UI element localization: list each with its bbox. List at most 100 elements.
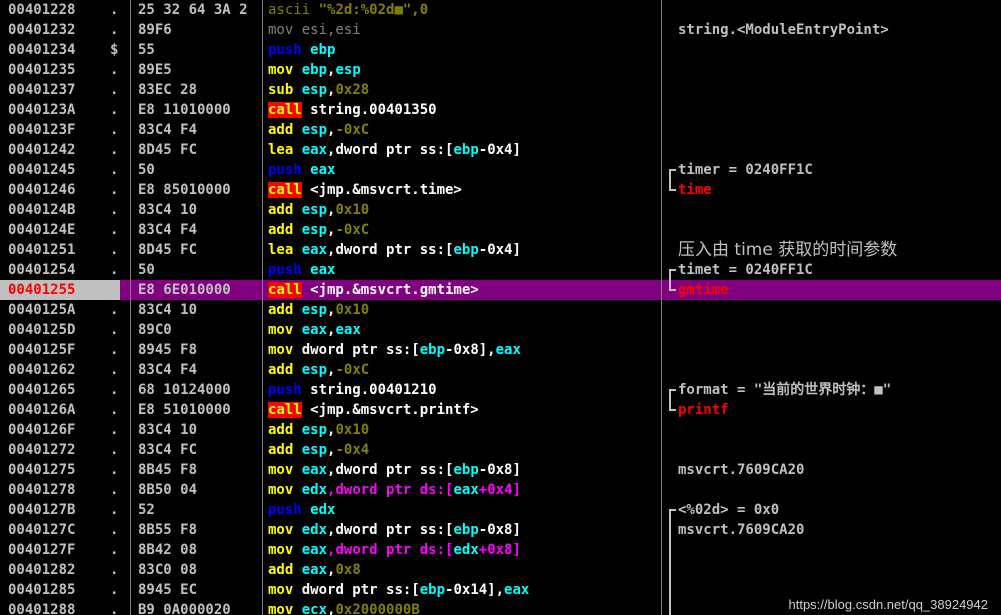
flag-cell: . bbox=[110, 402, 119, 418]
instruction-token: string.00401210 bbox=[301, 382, 437, 398]
instruction-token: mov esi,esi bbox=[268, 22, 361, 38]
disasm-row[interactable]: 00401254. 50 push eax timet = 0240FF1C bbox=[0, 260, 1001, 280]
instruction-cell: mov dword ptr ss:[ebp-0x14],eax bbox=[268, 580, 660, 600]
instruction-cell: call <jmp.&msvcrt.printf> bbox=[268, 400, 660, 420]
disasm-row[interactable]: 0040124B. 83C4 10 add esp,0x10 bbox=[0, 200, 1001, 220]
instruction-token: 0x10 bbox=[335, 302, 370, 318]
disasm-row[interactable]: 0040127C. 8B55 F8 mov edx,dword ptr ss:[eb… bbox=[0, 520, 1001, 540]
instruction-token bbox=[293, 142, 301, 158]
argument-bracket bbox=[669, 540, 671, 560]
instruction-token: add bbox=[268, 562, 294, 578]
disasm-row[interactable]: 00401245. 50 push eax timer = 0240FF1C bbox=[0, 160, 1001, 180]
disasm-row[interactable]: 00401272. 83C4 FC add esp,-0x4 bbox=[0, 440, 1001, 460]
watermark-text: https://blog.csdn.net/qq_38924942 bbox=[785, 596, 991, 613]
disasm-row[interactable]: 00401235. 89E5 mov ebp,esp bbox=[0, 60, 1001, 80]
instruction-token: add bbox=[268, 302, 294, 318]
disasm-row[interactable]: 00401246. E8 85010000 call <jmp.&msvcrt.ti… bbox=[0, 180, 1001, 200]
disasm-row[interactable]: 0040123F. 83C4 F4 add esp,-0xC bbox=[0, 120, 1001, 140]
instruction-cell: call <jmp.&msvcrt.time> bbox=[268, 180, 660, 200]
instruction-cell: add esp,-0xC bbox=[268, 120, 660, 140]
disasm-row[interactable]: 00401275. 8B45 F8 mov eax,dword ptr ss:[eb… bbox=[0, 460, 1001, 480]
instruction-token bbox=[293, 362, 301, 378]
instruction-cell: mov ecx,0x2000000B bbox=[268, 600, 660, 615]
instruction-token: add bbox=[268, 362, 294, 378]
hex-bytes-cell: 52 bbox=[138, 502, 155, 518]
column-divider bbox=[130, 0, 131, 615]
flag-cell: . bbox=[110, 122, 119, 138]
instruction-token: lea bbox=[268, 242, 294, 258]
disasm-row[interactable]: 00401237. 83EC 28 sub esp,0x28 bbox=[0, 80, 1001, 100]
disasm-row[interactable]: 00401234 $55 push ebp bbox=[0, 40, 1001, 60]
disasm-row[interactable]: 00401265. 68 10124000 push string.00401210… bbox=[0, 380, 1001, 400]
instruction-cell: lea eax,dword ptr ss:[ebp-0x4] bbox=[268, 140, 660, 160]
argument-bracket bbox=[669, 389, 676, 400]
comment-cell: 压入由 time 获取的时间参数 bbox=[678, 240, 898, 260]
instruction-token: 0x10 bbox=[335, 202, 370, 218]
instruction-token: ebp bbox=[301, 62, 328, 78]
hex-bytes-cell: E8 11010000 bbox=[138, 102, 231, 118]
instruction-token: mov bbox=[268, 462, 294, 478]
instruction-token: ebp bbox=[453, 462, 479, 478]
instruction-token: ,dword ptr ss:[ bbox=[327, 522, 454, 538]
flag-cell: . bbox=[110, 362, 119, 378]
instruction-token: call bbox=[268, 402, 302, 418]
instruction-token: ,dword ptr ds:[ bbox=[327, 542, 454, 558]
disasm-row[interactable]: 00401262. 83C4 F4 add esp,-0xC bbox=[0, 360, 1001, 380]
instruction-token bbox=[293, 62, 301, 78]
instruction-token: -0x8] bbox=[478, 522, 521, 538]
disasm-row[interactable]: 0040126A. E8 51010000 call <jmp.&msvcrt.pr… bbox=[0, 400, 1001, 420]
disasm-row[interactable]: 0040125A. 83C4 10 add esp,0x10 bbox=[0, 300, 1001, 320]
disasm-row[interactable]: 00401255. E8 6E010000 call <jmp.&msvcrt.gm… bbox=[0, 280, 1001, 300]
hex-bytes-cell: 83C4 FC bbox=[138, 442, 198, 458]
instruction-token: lea bbox=[268, 142, 294, 158]
instruction-token bbox=[293, 422, 301, 438]
disasm-row[interactable]: 0040127F. 8B42 08 mov eax,dword ptr ds:[ed… bbox=[0, 540, 1001, 560]
instruction-token: 0x8 bbox=[335, 562, 361, 578]
flag-cell: . bbox=[110, 202, 119, 218]
flag-cell: . bbox=[110, 602, 119, 615]
instruction-token bbox=[293, 122, 301, 138]
disassembly-view[interactable]: 00401228. 25 32 64 3A 2 ascii "%2d:%02d■",… bbox=[0, 0, 1001, 615]
instruction-cell: push ebp bbox=[268, 40, 660, 60]
instruction-token: push bbox=[268, 162, 302, 178]
instruction-token bbox=[293, 602, 301, 615]
instruction-token: ebp bbox=[419, 582, 446, 598]
disasm-row[interactable]: 0040123A. E8 11010000 call string.00401350 bbox=[0, 100, 1001, 120]
instruction-cell: mov eax,dword ptr ss:[ebp-0x8] bbox=[268, 460, 660, 480]
instruction-token: eax bbox=[310, 162, 336, 178]
instruction-token: mov bbox=[268, 522, 294, 538]
disasm-row[interactable]: 00401232. 89F6 mov esi,esi string.<ModuleEn… bbox=[0, 20, 1001, 40]
disasm-row[interactable]: 00401228. 25 32 64 3A 2 ascii "%2d:%02d■",… bbox=[0, 0, 1001, 20]
instruction-token: add bbox=[268, 422, 294, 438]
instruction-cell: add esp,0x10 bbox=[268, 200, 660, 220]
instruction-token: eax bbox=[504, 582, 530, 598]
instruction-token: push bbox=[268, 42, 302, 58]
instruction-token bbox=[293, 482, 301, 498]
instruction-token: add bbox=[268, 202, 294, 218]
flag-cell: . bbox=[110, 282, 119, 298]
instruction-token: <jmp.&msvcrt.time> bbox=[301, 182, 462, 198]
disasm-row[interactable]: 00401242. 8D45 FC lea eax,dword ptr ss:[eb… bbox=[0, 140, 1001, 160]
hex-bytes-cell: 83C4 10 bbox=[138, 302, 198, 318]
instruction-token: mov bbox=[268, 482, 294, 498]
hex-bytes-cell: 83C4 F4 bbox=[138, 122, 198, 138]
disasm-row[interactable]: 00401282. 83C0 08 add eax,0x8 bbox=[0, 560, 1001, 580]
disasm-row[interactable]: 0040124E. 83C4 F4 add esp,-0xC bbox=[0, 220, 1001, 240]
instruction-token: -0xC bbox=[335, 362, 370, 378]
argument-bracket bbox=[669, 180, 676, 191]
instruction-token: push bbox=[268, 502, 302, 518]
flag-cell: . bbox=[110, 82, 119, 98]
instruction-cell: add esp,-0xC bbox=[268, 220, 660, 240]
instruction-token: eax bbox=[301, 322, 328, 338]
instruction-cell: add esp,0x10 bbox=[268, 420, 660, 440]
disasm-row[interactable]: 0040126F. 83C4 10 add esp,0x10 bbox=[0, 420, 1001, 440]
disasm-row[interactable]: 0040125D. 89C0 mov eax,eax bbox=[0, 320, 1001, 340]
disasm-row[interactable]: 00401278. 8B50 04 mov edx,dword ptr ds:[ea… bbox=[0, 480, 1001, 500]
disasm-row[interactable]: 0040127B. 52 push edx <%02d> = 0x0 bbox=[0, 500, 1001, 520]
disasm-row[interactable]: 0040125F. 8945 F8 mov dword ptr ss:[ebp-0x… bbox=[0, 340, 1001, 360]
hex-bytes-cell: 83C4 F4 bbox=[138, 222, 198, 238]
comment-cell: msvcrt.7609CA20 bbox=[678, 462, 805, 478]
hex-bytes-cell: 89C0 bbox=[138, 322, 172, 338]
instruction-token: call bbox=[268, 282, 302, 298]
disasm-row[interactable]: 00401251. 8D45 FC lea eax,dword ptr ss:[eb… bbox=[0, 240, 1001, 260]
